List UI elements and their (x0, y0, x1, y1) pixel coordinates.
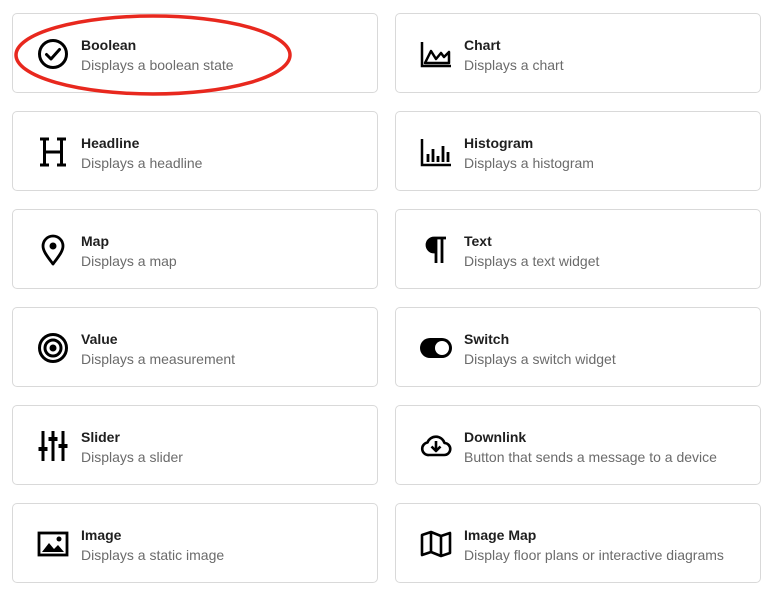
widget-description: Displays a histogram (464, 155, 594, 171)
widget-card-value[interactable]: Value Displays a measurement (12, 307, 378, 387)
widget-description: Displays a map (81, 253, 177, 269)
widget-card-boolean[interactable]: Boolean Displays a boolean state (12, 13, 378, 93)
widget-card-switch[interactable]: Switch Displays a switch widget (395, 307, 761, 387)
target-icon (37, 332, 69, 364)
widget-card-image[interactable]: Image Displays a static image (12, 503, 378, 583)
widget-title: Slider (81, 429, 120, 445)
widget-title: Headline (81, 135, 140, 151)
widget-card-text[interactable]: Text Displays a text widget (395, 209, 761, 289)
map-pin-icon (37, 234, 69, 266)
widget-description: Displays a slider (81, 449, 183, 465)
widget-description: Displays a switch widget (464, 351, 616, 367)
widget-description: Button that sends a message to a device (464, 449, 717, 465)
image-icon (37, 528, 69, 560)
widget-description: Displays a measurement (81, 351, 236, 367)
widget-title: Image Map (464, 527, 537, 543)
widget-title: Histogram (464, 135, 534, 151)
widget-card-histogram[interactable]: Histogram Displays a histogram (395, 111, 761, 191)
widget-title: Map (81, 233, 109, 249)
paragraph-icon (420, 234, 452, 266)
widget-title: Image (81, 527, 122, 543)
widget-card-chart[interactable]: Chart Displays a chart (395, 13, 761, 93)
widget-card-headline[interactable]: Headline Displays a headline (12, 111, 378, 191)
check-circle-icon (37, 38, 69, 70)
toggle-icon (420, 332, 452, 364)
widget-title: Value (81, 331, 118, 347)
widget-description: Displays a boolean state (81, 57, 234, 73)
widget-description: Display floor plans or interactive diagr… (464, 547, 724, 563)
widget-description: Displays a text widget (464, 253, 600, 269)
heading-icon (37, 136, 69, 168)
widget-card-slider[interactable]: Slider Displays a slider (12, 405, 378, 485)
widget-description: Displays a chart (464, 57, 564, 73)
widget-card-downlink[interactable]: Downlink Button that sends a message to … (395, 405, 761, 485)
widget-title: Boolean (81, 37, 137, 53)
folded-map-icon (420, 528, 452, 560)
sliders-icon (37, 430, 69, 462)
widget-card-map[interactable]: Map Displays a map (12, 209, 378, 289)
widget-title: Downlink (464, 429, 527, 445)
widget-picker-grid: Boolean Displays a boolean state Chart D… (0, 0, 775, 599)
widget-card-image-map[interactable]: Image Map Display floor plans or interac… (395, 503, 761, 583)
widget-description: Displays a headline (81, 155, 203, 171)
cloud-download-icon (420, 430, 452, 462)
widget-title: Switch (464, 331, 510, 347)
widget-title: Text (464, 233, 492, 249)
widget-title: Chart (464, 37, 501, 53)
area-chart-icon (420, 38, 452, 70)
widget-description: Displays a static image (81, 547, 225, 563)
histogram-icon (420, 136, 452, 168)
